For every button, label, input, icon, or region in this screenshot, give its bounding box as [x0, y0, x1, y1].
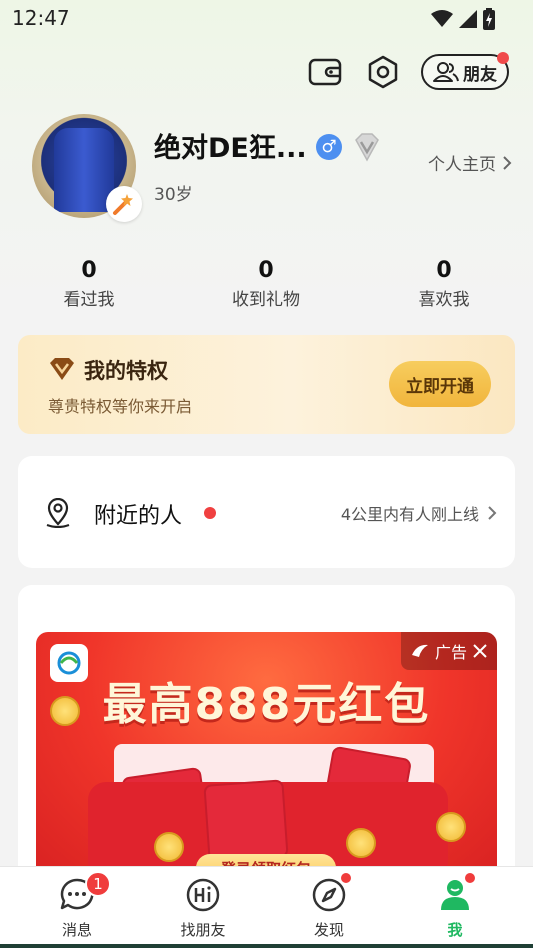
notification-dot [463, 871, 477, 885]
tab-find-friends[interactable]: 找朋友 [148, 877, 258, 940]
stat-label: 看过我 [63, 290, 115, 310]
tab-label: 发现 [313, 921, 344, 939]
wallet-button[interactable] [305, 52, 345, 92]
ad-tag[interactable]: 广告 [400, 632, 497, 670]
profile-name: 绝对DE狂... [154, 133, 307, 164]
stat-viewed-me[interactable]: 0 看过我 [29, 258, 149, 310]
status-time: 12:47 [12, 6, 70, 30]
nearby-people-card[interactable]: 附近的人 4公里内有人刚上线 [18, 456, 515, 568]
ad-coin [154, 832, 184, 862]
notification-dot [339, 871, 353, 885]
privilege-card[interactable]: 我的特权 尊贵特权等你来开启 立即开通 [18, 335, 515, 434]
stats-row: 0 看过我 0 收到礼物 0 喜欢我 [0, 258, 533, 318]
status-icons [431, 8, 495, 30]
privilege-title: 我的特权 [84, 359, 168, 383]
diamond-level-icon [355, 133, 379, 162]
unread-badge: 1 [85, 871, 111, 897]
activate-now-button[interactable]: 立即开通 [389, 361, 491, 407]
ad-headline: 最高888元红包 [102, 679, 431, 730]
tab-discover[interactable]: 发现 [274, 871, 384, 940]
home-indicator-bar [0, 944, 533, 948]
tab-label: 消息 [61, 921, 92, 939]
nearby-description-text: 4公里内有人刚上线 [340, 505, 479, 524]
chevron-right-icon [503, 155, 512, 170]
signal-icon [459, 10, 477, 28]
stat-value: 0 [436, 258, 452, 283]
ad-source-icon [411, 644, 428, 657]
settings-button[interactable] [363, 52, 403, 92]
status-bar: 12:47 [0, 0, 533, 36]
ad-card: 广告 最高888元红包 登录领取红包 [18, 585, 515, 875]
bottom-tab-bar: 1 消息 找朋友 发现 我 [0, 866, 533, 948]
friends-label: 朋友 [463, 64, 497, 85]
stat-value: 0 [81, 258, 97, 283]
friends-icon [433, 62, 459, 82]
gender-male-icon: ♂ [316, 134, 342, 160]
settings-icon [368, 55, 398, 89]
stat-likes-me[interactable]: 0 喜欢我 [384, 258, 504, 310]
ad-coin [346, 828, 376, 858]
ad-banner[interactable]: 广告 最高888元红包 登录领取红包 [36, 632, 497, 875]
tab-label: 我 [447, 921, 463, 939]
magic-wand-icon [113, 194, 133, 215]
location-pin-icon [46, 498, 70, 528]
ad-tag-label: 广告 [434, 643, 467, 662]
homepage-link-label: 个人主页 [428, 155, 496, 175]
tab-messages[interactable]: 1 消息 [22, 871, 132, 940]
wallet-icon [308, 58, 342, 86]
stat-value: 0 [258, 258, 274, 283]
homepage-link[interactable]: 个人主页 [428, 150, 512, 175]
stat-label: 收到礼物 [232, 290, 300, 310]
stat-label: 喜欢我 [418, 290, 470, 310]
profile-age: 30岁 [154, 185, 193, 205]
header-actions: 朋友 [305, 52, 509, 92]
chevron-right-icon [488, 506, 497, 520]
wifi-icon [431, 10, 453, 27]
nearby-title: 附近的人 [94, 504, 183, 529]
avatar-edit-badge[interactable] [106, 186, 142, 222]
avatar-photo [54, 128, 114, 212]
friends-notification-dot [497, 52, 509, 64]
nearby-description: 4公里内有人刚上线 [341, 501, 497, 525]
hi-icon [186, 878, 220, 912]
diamond-icon [50, 358, 74, 380]
privilege-subtitle: 尊贵特权等你来开启 [48, 397, 193, 416]
battery-icon [483, 8, 495, 30]
friends-button[interactable]: 朋友 [421, 52, 509, 90]
ad-coin [436, 812, 466, 842]
close-icon[interactable] [473, 644, 487, 658]
tab-me[interactable]: 我 [400, 871, 510, 940]
ad-red-packet [203, 779, 289, 863]
profile-section: 绝对DE狂... ♂ 30岁 个人主页 [32, 112, 512, 222]
stat-gifts-received[interactable]: 0 收到礼物 [206, 258, 326, 310]
tab-label: 找朋友 [180, 921, 226, 939]
nearby-notification-dot [204, 507, 216, 519]
